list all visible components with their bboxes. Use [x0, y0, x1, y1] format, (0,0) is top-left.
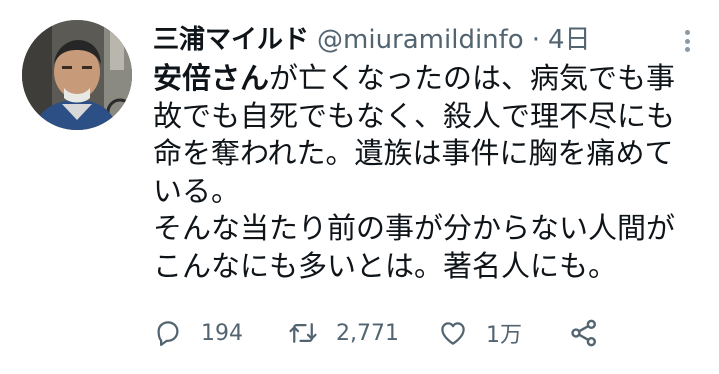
- tweet-card[interactable]: 三浦マイルド @miuramildinfo · 4日 安倍さんが亡くなったのは、…: [0, 0, 719, 374]
- speech-bubble-icon: [157, 321, 179, 346]
- tweet-text-line: 命を奪われた。遺族は事件に胸を痛めて: [153, 136, 674, 170]
- tweet-text-line: そんな当たり前の事が分からない人間が: [153, 211, 676, 245]
- tweet-text-line: 安倍さんが亡くなったのは、病気でも事: [153, 61, 676, 95]
- retweet-button[interactable]: 2,771: [288, 318, 438, 348]
- reply-count: 194: [201, 320, 243, 346]
- display-name[interactable]: 三浦マイルド: [153, 20, 309, 60]
- vertical-ellipsis-icon: [684, 30, 690, 35]
- share-button[interactable]: [568, 317, 600, 349]
- tweet-actions: 194 2,771 1万: [153, 313, 600, 353]
- like-button[interactable]: 1万: [438, 317, 568, 349]
- share-nodes-icon: [571, 319, 596, 347]
- header-separator: ·: [531, 25, 540, 55]
- tweet-header: 三浦マイルド @miuramildinfo · 4日: [153, 20, 591, 60]
- tweet-text-line: いる。: [153, 173, 241, 208]
- reply-button[interactable]: 194: [153, 318, 288, 348]
- retweet-count: 2,771: [336, 320, 399, 346]
- tweet-text-line: 故でも自死でもなく、殺人で理不尽にも: [153, 98, 676, 133]
- tweet-timestamp[interactable]: 4日: [548, 20, 591, 60]
- tweet-text-line: こんなにも多いとは。著名人にも。: [153, 248, 618, 283]
- avatar[interactable]: [22, 20, 132, 130]
- like-count: 1万: [486, 323, 522, 348]
- tweet-text: 安倍さんが亡くなったのは、病気でも事 故でも自死でもなく、殺人で理不尽にも 命を…: [153, 60, 698, 285]
- retweet-arrows-icon: [289, 323, 317, 343]
- heart-outline-icon: [441, 322, 465, 345]
- user-handle[interactable]: @miuramildinfo: [317, 20, 524, 60]
- mention-highlight: 安倍さん: [153, 61, 270, 95]
- more-options-button[interactable]: [677, 26, 697, 56]
- avatar-image: [22, 20, 132, 130]
